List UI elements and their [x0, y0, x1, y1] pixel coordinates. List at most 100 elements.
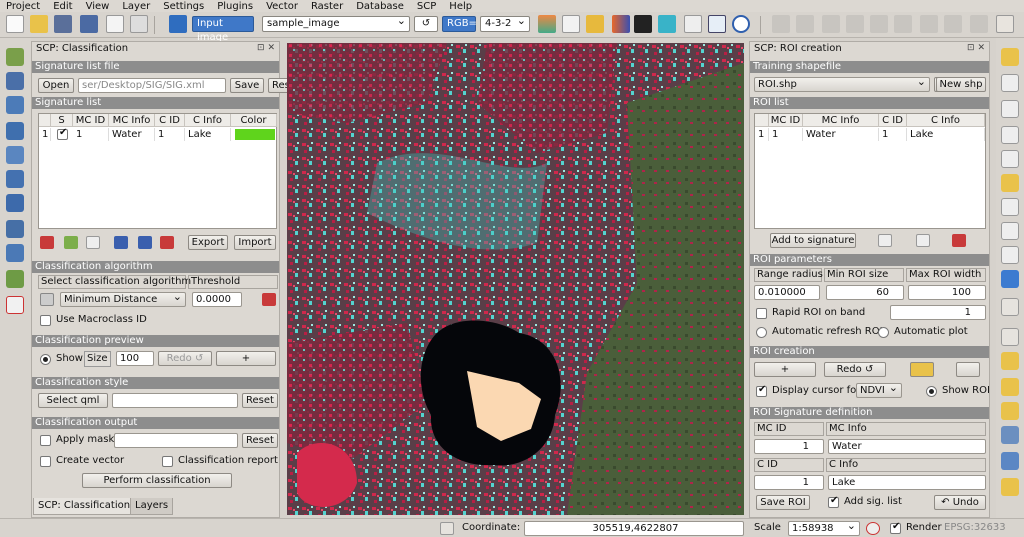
zoom-out-icon[interactable]: [1001, 100, 1019, 118]
signature-checkbox[interactable]: ✔: [57, 127, 68, 140]
band-set-icon[interactable]: [538, 15, 556, 33]
zoom-full-icon[interactable]: [1001, 126, 1019, 144]
cell-c-id[interactable]: 1: [155, 128, 185, 141]
add-raster-icon[interactable]: [6, 72, 24, 90]
refresh-image-button[interactable]: ↺: [414, 16, 438, 32]
map-canvas[interactable]: [287, 43, 744, 515]
mc-id-spinbox[interactable]: 1: [754, 439, 824, 454]
show-roi-radio[interactable]: [926, 386, 937, 397]
min-roi-spinbox[interactable]: 60: [826, 285, 904, 300]
epsg-label[interactable]: EPSG:32633: [944, 522, 1006, 534]
cell-c-info[interactable]: Lake: [185, 128, 231, 141]
select-features-icon[interactable]: [1001, 352, 1019, 370]
add-wfs-icon[interactable]: [6, 220, 24, 238]
manual-roi-icon[interactable]: [910, 362, 934, 377]
roi-redo-button[interactable]: Redo ↺: [824, 362, 886, 377]
print-layout-icon[interactable]: [106, 15, 124, 33]
open-signature-button[interactable]: Open: [38, 78, 74, 93]
coordinate-field[interactable]: 305519,4622807: [524, 521, 744, 536]
save-as-icon[interactable]: [80, 15, 98, 33]
statistics-icon[interactable]: [1001, 452, 1019, 470]
create-vector-checkbox[interactable]: [40, 456, 51, 467]
open-project-icon[interactable]: [30, 15, 48, 33]
scale-select[interactable]: 1:58938: [788, 519, 860, 536]
class-report-checkbox[interactable]: [162, 456, 173, 467]
threshold-spinbox[interactable]: 0.0000: [192, 292, 242, 307]
pan-icon[interactable]: [996, 15, 1014, 33]
new-shp-button[interactable]: New shp: [936, 77, 986, 92]
zoom-native-icon[interactable]: [1001, 246, 1019, 264]
mask-path-field[interactable]: [114, 433, 238, 448]
roi-plus-button[interactable]: +: [754, 362, 816, 377]
algorithm-select[interactable]: Minimum Distance: [60, 290, 186, 307]
c-id-spinbox[interactable]: 1: [754, 475, 824, 490]
select-qml-button[interactable]: Select qml: [38, 393, 108, 408]
coordinate-toggle-icon[interactable]: [440, 522, 454, 535]
rapid-band-spinbox[interactable]: 1: [890, 305, 986, 320]
settings-wrench-icon[interactable]: [684, 15, 702, 33]
add-wcs-icon[interactable]: [6, 194, 24, 212]
macroclass-checkbox[interactable]: [40, 315, 51, 326]
shapefile-select[interactable]: ROI.shp: [754, 75, 930, 92]
roi-cell-c-info[interactable]: Lake: [907, 128, 985, 141]
add-mssql-icon[interactable]: [6, 146, 24, 164]
add-to-signature-button[interactable]: Add to signature: [770, 233, 856, 248]
add-spatialite-icon[interactable]: [6, 122, 24, 140]
roi-plot-icon[interactable]: [878, 234, 892, 247]
rapid-roi-checkbox[interactable]: [756, 308, 767, 319]
preview-redo-button[interactable]: Redo ↺: [158, 351, 212, 366]
band-calc-icon[interactable]: [658, 15, 676, 33]
postprocessing-icon[interactable]: [634, 15, 652, 33]
render-checkbox[interactable]: ✔: [890, 521, 901, 534]
roi-cell-c-id[interactable]: 1: [879, 128, 907, 141]
cell-mc-info[interactable]: Water: [109, 128, 155, 141]
add-sig-checkbox[interactable]: ✔: [828, 495, 839, 508]
zoom-last-icon[interactable]: [1001, 198, 1019, 216]
import-usgs-icon[interactable]: [138, 236, 152, 249]
menu-plugins[interactable]: Plugins: [217, 1, 253, 12]
signature-plot-icon[interactable]: [86, 236, 100, 249]
delete-signature-icon[interactable]: [40, 236, 54, 249]
scatter-plot-icon[interactable]: [916, 234, 930, 247]
mask-reset-button[interactable]: Reset: [242, 433, 278, 448]
signature-path-field[interactable]: ser/Desktop/SIG/SIG.xml: [78, 78, 226, 93]
tab-scp-classification[interactable]: SCP: Classification: [33, 498, 136, 515]
tools-icon[interactable]: [586, 15, 604, 33]
preview-size-spinbox[interactable]: 100: [116, 351, 154, 366]
dock-close-icon[interactable]: ⊡ ✕: [257, 42, 275, 55]
band-combination-select[interactable]: 4-3-2: [480, 14, 530, 32]
identify-icon[interactable]: [1001, 48, 1019, 66]
style-manager-icon[interactable]: [130, 15, 148, 33]
add-vector-icon[interactable]: [6, 48, 24, 66]
menu-database[interactable]: Database: [356, 1, 404, 12]
auto-plot-radio[interactable]: [878, 327, 889, 338]
auto-refresh-radio[interactable]: [756, 327, 767, 338]
delete-roi-icon[interactable]: [952, 234, 966, 247]
signature-color-swatch[interactable]: [235, 129, 275, 140]
import-library-icon[interactable]: [114, 236, 128, 249]
new-project-icon[interactable]: [6, 15, 24, 33]
export-csv-icon[interactable]: [160, 236, 174, 249]
menu-scp[interactable]: SCP: [417, 1, 436, 12]
save-signature-button[interactable]: Save: [230, 78, 264, 93]
deselect-icon[interactable]: [1001, 378, 1019, 396]
zoom-selection-icon[interactable]: [1001, 174, 1019, 192]
c-info-field[interactable]: Lake: [828, 475, 986, 490]
mc-info-field[interactable]: Water: [828, 439, 986, 454]
export-button[interactable]: Export: [188, 235, 228, 250]
qml-path-field[interactable]: [112, 393, 238, 408]
cell-mc-id[interactable]: 1: [73, 128, 109, 141]
measure-icon[interactable]: [1001, 298, 1019, 316]
preview-plus-button[interactable]: +: [216, 351, 276, 366]
menu-help[interactable]: Help: [449, 1, 472, 12]
rotation-icon[interactable]: [866, 522, 880, 535]
spectral-plot-icon[interactable]: [562, 15, 580, 33]
algorithm-weight-icon[interactable]: [40, 293, 54, 306]
cursor-index-select[interactable]: NDVI: [856, 381, 902, 398]
zoom-layer-icon[interactable]: [1001, 150, 1019, 168]
show-preview-radio[interactable]: [40, 354, 51, 365]
annotation-icon[interactable]: [1001, 478, 1019, 496]
perform-classification-button[interactable]: Perform classification: [82, 473, 232, 488]
add-db-icon[interactable]: [6, 96, 24, 114]
menu-layer[interactable]: Layer: [122, 1, 150, 12]
